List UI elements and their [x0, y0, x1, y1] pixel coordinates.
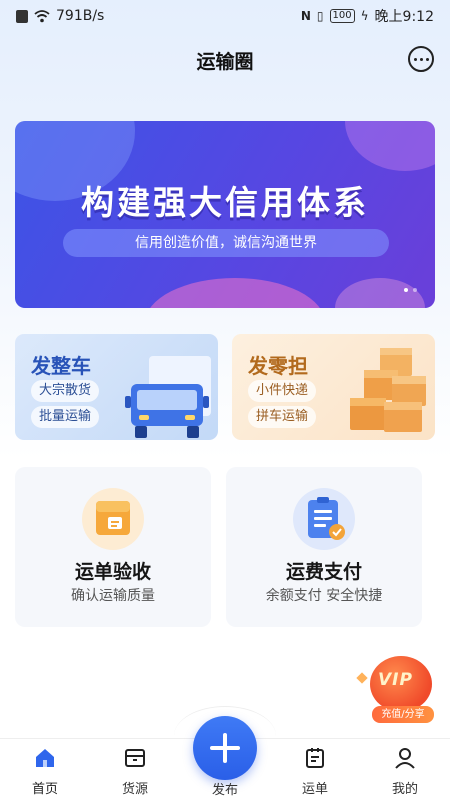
banner-pagination [404, 288, 417, 292]
tab-label: 我的 [391, 782, 418, 797]
boxes-icon [350, 348, 426, 432]
nfc-icon: N [300, 9, 311, 23]
less-than-load-card[interactable]: 发零担 小件快递 拼车运输 [232, 334, 435, 440]
chat-bubble-icon[interactable] [408, 46, 434, 72]
service-subtitle: 确认运输质量 [71, 588, 155, 604]
less-load-tag: 小件快递 [248, 380, 317, 402]
service-title: 运单验收 [74, 561, 151, 583]
banner-decoration [145, 278, 325, 308]
vip-label: 充值/分享 [372, 706, 434, 723]
service-subtitle: 余额支付 安全快捷 [265, 588, 383, 604]
clipboard-check-icon [293, 488, 355, 550]
full-load-tag: 大宗散货 [31, 380, 100, 402]
tab-label: 首页 [31, 782, 58, 797]
pagination-dot [413, 288, 417, 292]
waybill-icon [306, 748, 324, 768]
status-bar: 791B/s N ▯ 100 ϟ 晚上9:12 [0, 0, 450, 32]
less-load-title: 发零担 [248, 354, 308, 378]
vip-badge[interactable]: VIP 充值/分享 [352, 648, 442, 724]
freight-payment-card[interactable]: 运费支付 余额支付 安全快捷 [226, 467, 422, 627]
tab-cargo-source[interactable]: 货源 [105, 746, 165, 798]
promo-banner[interactable]: 构建强大信用体系 信用创造价值，诚信沟通世界 [15, 121, 435, 308]
banner-decoration [335, 278, 425, 308]
banner-decoration [345, 121, 435, 171]
charging-icon: ϟ [360, 9, 369, 23]
sparkle-icon [356, 672, 368, 684]
full-load-tag: 批量运输 [31, 406, 100, 428]
less-load-tag: 拼车运输 [248, 406, 317, 428]
package-icon [82, 488, 144, 550]
status-time: 晚上9:12 [374, 9, 434, 25]
vibrate-icon: ▯ [316, 9, 324, 23]
app-header: 运输圈 [0, 40, 450, 80]
full-load-title: 发整车 [31, 354, 91, 378]
tab-label: 发布 [211, 783, 238, 798]
tab-mine[interactable]: 我的 [375, 746, 435, 798]
banner-title: 构建强大信用体系 [81, 183, 369, 222]
pagination-dot [404, 288, 408, 292]
box-icon [125, 749, 145, 767]
wifi-icon [34, 9, 50, 22]
notification-icon [16, 9, 28, 23]
publish-button[interactable] [193, 716, 257, 780]
plus-icon [223, 733, 227, 763]
full-load-card[interactable]: 发整车 大宗散货 批量运输 [15, 334, 218, 440]
battery-indicator: 100 [329, 9, 355, 23]
waybill-acceptance-card[interactable]: 运单验收 确认运输质量 [15, 467, 211, 627]
tab-label: 运单 [301, 782, 328, 797]
status-right: N ▯ 100 ϟ 晚上9:12 [301, 6, 434, 26]
service-title: 运费支付 [285, 561, 362, 583]
truck-icon [125, 356, 211, 438]
tab-waybill[interactable]: 运单 [285, 746, 345, 798]
status-left: 791B/s [16, 8, 104, 24]
user-icon [395, 748, 415, 769]
vip-text: VIP [378, 670, 413, 690]
page-title: 运输圈 [196, 50, 254, 73]
tab-home[interactable]: 首页 [15, 746, 75, 798]
home-icon [36, 749, 54, 767]
banner-subtitle: 信用创造价值，诚信沟通世界 [63, 229, 389, 257]
network-speed: 791B/s [56, 8, 105, 24]
tab-label: 货源 [121, 782, 148, 797]
